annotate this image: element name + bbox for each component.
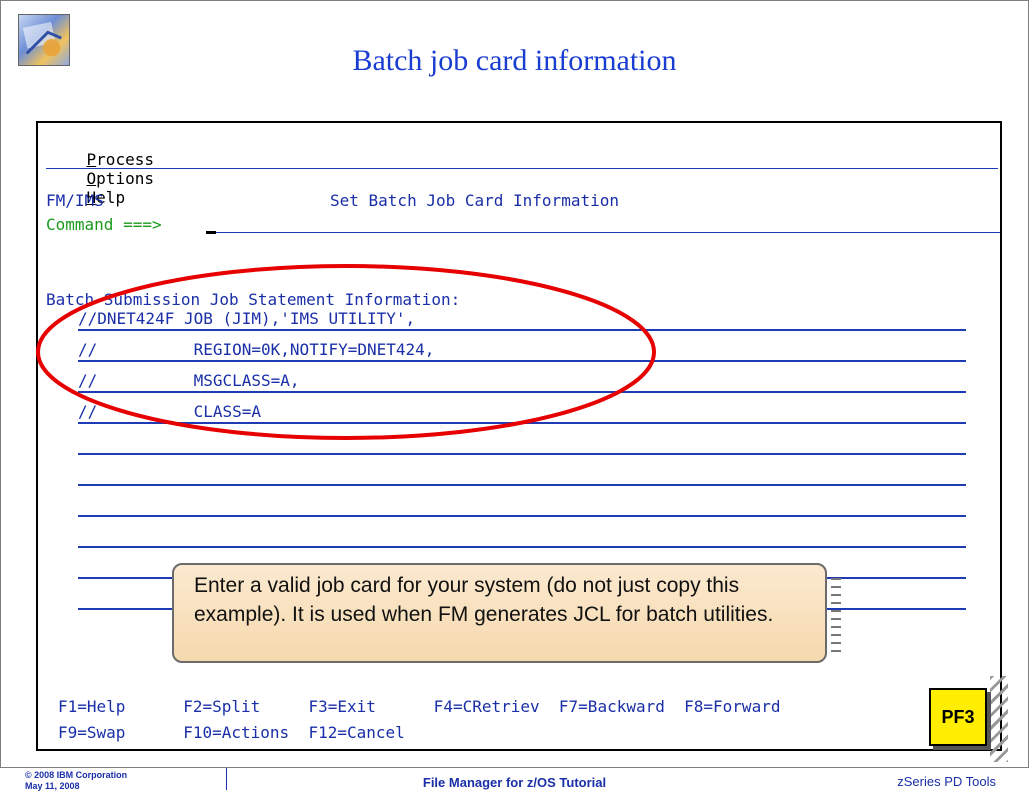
command-label: Command ===> (46, 215, 162, 234)
action-bar: Process Options Help (48, 131, 182, 226)
function-keys-row-2[interactable]: F9=Swap F10=Actions F12=Cancel (58, 723, 405, 742)
jcl-input-line[interactable] (78, 524, 966, 548)
command-cursor (206, 231, 216, 234)
action-bar-divider (46, 168, 998, 169)
highlight-ellipse (36, 264, 656, 440)
menu-options[interactable]: Options (87, 169, 154, 188)
menu-process-mnemonic: P (86, 150, 97, 169)
pf3-key-button[interactable]: PF3 (929, 688, 987, 746)
jcl-input-line[interactable] (78, 462, 966, 486)
menu-options-rest: ptions (96, 169, 154, 188)
callout-tick-marks (831, 578, 841, 656)
function-keys-row-1[interactable]: F1=Help F2=Split F3=Exit F4=CRetriev F7=… (58, 697, 780, 716)
menu-process-rest: rocess (96, 150, 154, 169)
panel-id: FM/IMS (46, 191, 104, 210)
callout-note: Enter a valid job card for your system (… (172, 563, 827, 663)
menu-options-mnemonic: O (86, 169, 97, 188)
menu-process[interactable]: Process (87, 150, 154, 169)
pf3-key-shadow (990, 676, 1008, 762)
command-input[interactable] (216, 232, 1000, 233)
jcl-input-line[interactable] (78, 493, 966, 517)
panel-title: Set Batch Job Card Information (330, 191, 619, 210)
footer-product: zSeries PD Tools (897, 774, 996, 789)
slide-title: Batch job card information (352, 44, 677, 77)
footer-title: File Manager for z/OS Tutorial (422, 775, 607, 790)
highlight-ellipse-outline (36, 264, 656, 440)
